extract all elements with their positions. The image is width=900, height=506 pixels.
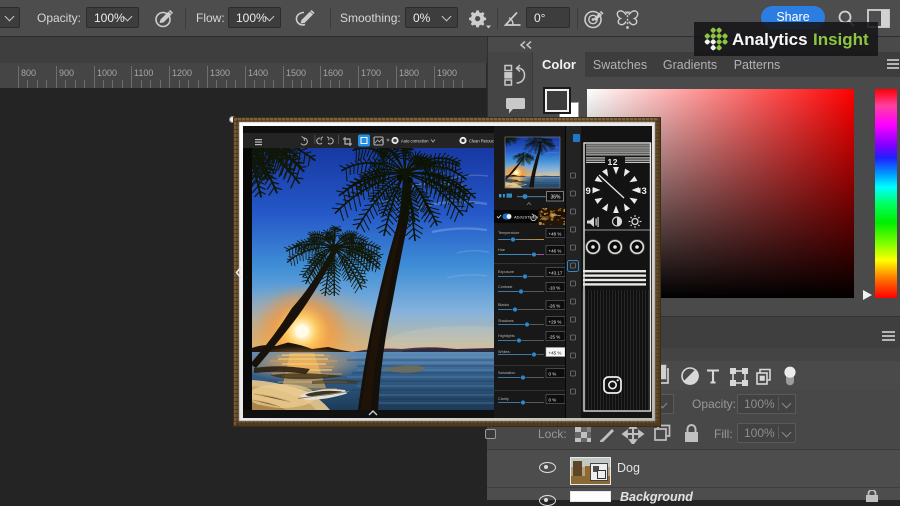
svg-text:Temperature: Temperature xyxy=(498,231,519,235)
svg-text:+48 %: +48 % xyxy=(549,232,562,237)
svg-text:+43.17: +43.17 xyxy=(549,271,563,276)
svg-text:3: 3 xyxy=(642,186,647,197)
svg-text:+29 %: +29 % xyxy=(549,320,562,325)
svg-text:Whites: Whites xyxy=(498,350,510,354)
svg-text:Shadows: Shadows xyxy=(498,319,514,323)
svg-text:12: 12 xyxy=(608,157,618,167)
svg-text:36%: 36% xyxy=(551,194,562,200)
svg-text:Exposure: Exposure xyxy=(498,270,514,274)
svg-text:-25 %: -25 % xyxy=(549,335,561,340)
svg-text:Saturation: Saturation xyxy=(498,371,515,375)
svg-text:Hue: Hue xyxy=(498,248,505,252)
svg-text:9: 9 xyxy=(586,186,591,197)
svg-text:0 %: 0 % xyxy=(549,398,557,403)
svg-text:+45 %: +45 % xyxy=(549,351,562,356)
svg-text:Auto correction: Auto correction xyxy=(401,138,429,143)
svg-text:-26 %: -26 % xyxy=(549,304,561,309)
svg-text:Blacks: Blacks xyxy=(498,303,509,307)
svg-text:Clarity: Clarity xyxy=(498,397,509,401)
svg-text:0 %: 0 % xyxy=(549,372,557,377)
svg-text:-10 %: -10 % xyxy=(549,286,561,291)
svg-text:Highlights: Highlights xyxy=(498,334,515,338)
svg-text:Contrast: Contrast xyxy=(498,285,513,289)
svg-text:+46 %: +46 % xyxy=(549,249,562,254)
